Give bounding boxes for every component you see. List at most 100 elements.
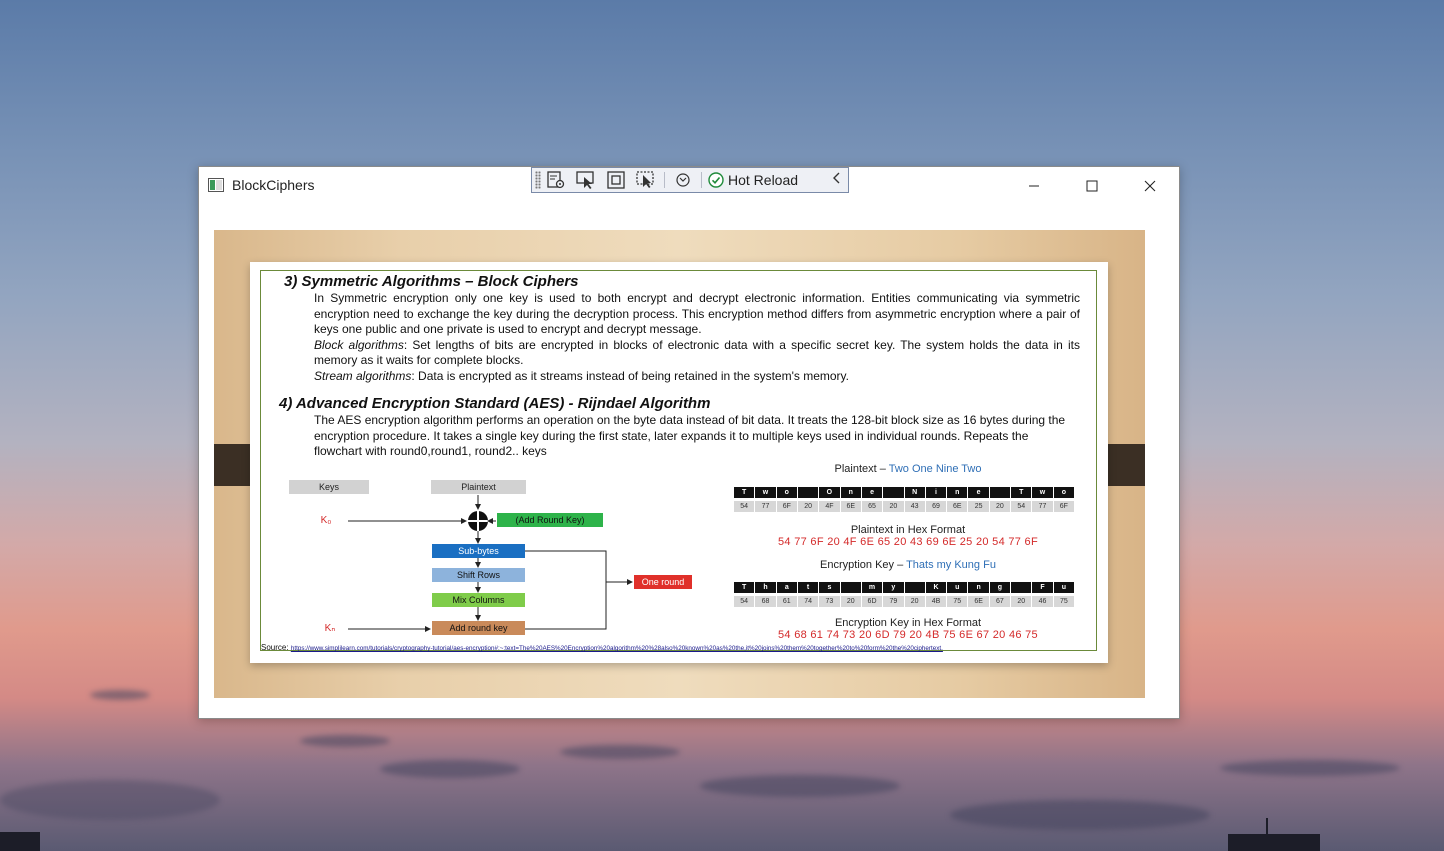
plaintext-char-cell: T	[1011, 487, 1033, 498]
key-hex-cell: 54	[734, 596, 756, 607]
collapse-toolbar-icon[interactable]	[832, 171, 842, 190]
hot-reload-label: Hot Reload	[728, 172, 799, 188]
plaintext-hex-cell: 25	[968, 501, 990, 512]
plaintext-hex-cell: 54	[1011, 501, 1033, 512]
plaintext-hex-cell: 77	[1032, 501, 1054, 512]
app-icon	[208, 178, 224, 192]
plaintext-hex-row: 54 77 6F 20 4F 6E 65 20 43 69 6E 25 20 54 77 6F	[734, 501, 1075, 512]
stream-algorithms-term: Stream algorithms	[314, 368, 412, 383]
plaintext-hex-title: Plaintext in Hex Format	[850, 524, 966, 536]
key-hex-cell: 61	[776, 596, 798, 607]
plaintext-hex-cell: 20	[883, 501, 905, 512]
key-hex-cell: 73	[819, 596, 841, 607]
plaintext-char-cell: n	[947, 487, 969, 498]
binding-failures-icon[interactable]	[668, 168, 698, 192]
block-algorithms-text: : Set lengths of bits are encrypted in b…	[314, 337, 1081, 368]
key-char-cell: K	[925, 582, 948, 593]
source-link[interactable]: https://www.simplilearn.com/tutorials/cr…	[291, 645, 943, 652]
plaintext-hex-cell: 6E	[947, 501, 969, 512]
key-char-cell: a	[776, 582, 798, 593]
plaintext-hex-cell: 4F	[819, 501, 841, 512]
flowchart-connectors	[348, 495, 633, 632]
key-char-cell	[1011, 582, 1033, 593]
plaintext-hex-cell: 20	[797, 501, 820, 512]
key-hex-cell: 75	[1053, 596, 1075, 607]
section3-heading: 3) Symmetric Algorithms – Block Ciphers	[284, 273, 579, 290]
plaintext-hex-cell: 6F	[776, 501, 798, 512]
key-char-cell: g	[989, 582, 1012, 593]
plaintext-char-cell: i	[925, 487, 948, 498]
plaintext-hex-cell: 77	[755, 501, 777, 512]
key-char-row: ThatsmyKungFu	[734, 582, 1075, 593]
plaintext-char-cell: n	[840, 487, 862, 498]
key-hex-cell: 4B	[925, 596, 948, 607]
plaintext-hex-cell: 6E	[840, 501, 862, 512]
track-focused-element-icon[interactable]	[631, 168, 661, 192]
key-char-cell: u	[1053, 582, 1075, 593]
key-char-cell	[904, 582, 926, 593]
plaintext-hex-cell: 6F	[1053, 501, 1075, 512]
plaintext-char-cell: w	[1032, 487, 1054, 498]
plaintext-hex-line: 54 77 6F 20 4F 6E 65 20 43 69 6E 25 20 5…	[778, 536, 1038, 548]
plaintext-char-cell	[989, 487, 1012, 498]
key-hex-cell: 46	[1032, 596, 1054, 607]
app-window: BlockCiphers Hot Reload 3) Symmetric Alg…	[198, 166, 1180, 719]
key-title-value: Thats my Kung Fu	[906, 559, 996, 571]
live-visual-tree-icon[interactable]	[541, 168, 571, 192]
display-layout-adorners-icon[interactable]	[601, 168, 631, 192]
key-hex-cell: 79	[883, 596, 905, 607]
toolbar-separator	[664, 172, 665, 188]
window-title: BlockCiphers	[232, 177, 315, 193]
section4-body: The AES encryption algorithm performs an…	[314, 413, 1066, 459]
plaintext-char-cell: o	[1053, 487, 1075, 498]
key-title-label: Encryption Key –	[820, 559, 904, 571]
select-element-icon[interactable]	[571, 168, 601, 192]
key-title: Encryption Key – Thats my Kung Fu	[720, 559, 1096, 571]
title-bar[interactable]: BlockCiphers Hot Reload	[199, 167, 1179, 205]
key-char-cell: u	[947, 582, 969, 593]
key-hex-cell: 75	[947, 596, 969, 607]
plaintext-char-cell: T	[734, 487, 756, 498]
section4-heading: 4) Advanced Encryption Standard (AES) - …	[279, 395, 711, 412]
close-button[interactable]	[1121, 167, 1179, 205]
key-hex-cell: 6E	[968, 596, 990, 607]
key-char-cell: h	[755, 582, 777, 593]
key-hex-cell: 20	[904, 596, 926, 607]
source-label: Source:	[261, 643, 289, 652]
plaintext-char-cell: e	[861, 487, 884, 498]
plaintext-hex-cell: 54	[734, 501, 756, 512]
aes-flowchart: Keys Plaintext K₀ (Add Round Key) Sub-by…	[286, 457, 706, 647]
slide-page: 3) Symmetric Algorithms – Block Ciphers …	[250, 262, 1108, 663]
slide-image: 3) Symmetric Algorithms – Block Ciphers …	[214, 230, 1145, 698]
key-hex-cell: 20	[840, 596, 862, 607]
key-hex-cell: 74	[797, 596, 820, 607]
plaintext-hex-cell: 65	[861, 501, 884, 512]
plaintext-char-row: TwoOneNineTwo	[734, 487, 1075, 498]
key-char-cell: t	[797, 582, 820, 593]
hot-reload-status[interactable]: Hot Reload	[708, 172, 798, 188]
key-hex-cell: 20	[1011, 596, 1033, 607]
stream-algorithms-text: : Data is encrypted as it streams instea…	[411, 368, 849, 383]
block-algorithms-term: Block algorithms	[314, 337, 404, 352]
key-char-cell: T	[734, 582, 756, 593]
key-char-cell: n	[968, 582, 990, 593]
plaintext-char-cell	[883, 487, 905, 498]
key-char-cell	[840, 582, 862, 593]
plaintext-hex-cell: 69	[925, 501, 948, 512]
maximize-button[interactable]	[1063, 167, 1121, 205]
key-char-cell: F	[1032, 582, 1054, 593]
plaintext-title-value: Two One Nine Two	[888, 463, 982, 475]
source-citation: Source: https://www.simplilearn.com/tuto…	[261, 643, 943, 652]
plaintext-char-cell: w	[755, 487, 777, 498]
hex-conversion-panel: Plaintext – Two One Nine Two TwoOneNineT…	[720, 457, 1096, 649]
minimize-button[interactable]	[1005, 167, 1063, 205]
key-hex-cell: 6D	[861, 596, 884, 607]
section3-line1: In Symmetric encryption only one key is …	[314, 291, 1080, 337]
key-hex-title: Encryption Key in Hex Format	[834, 617, 982, 629]
plaintext-char-cell: e	[968, 487, 990, 498]
key-hex-cell: 67	[989, 596, 1012, 607]
plaintext-char-cell: O	[819, 487, 841, 498]
plaintext-title: Plaintext – Two One Nine Two	[720, 463, 1096, 475]
xaml-debug-toolbar: Hot Reload	[531, 167, 849, 193]
plaintext-char-cell: N	[904, 487, 926, 498]
